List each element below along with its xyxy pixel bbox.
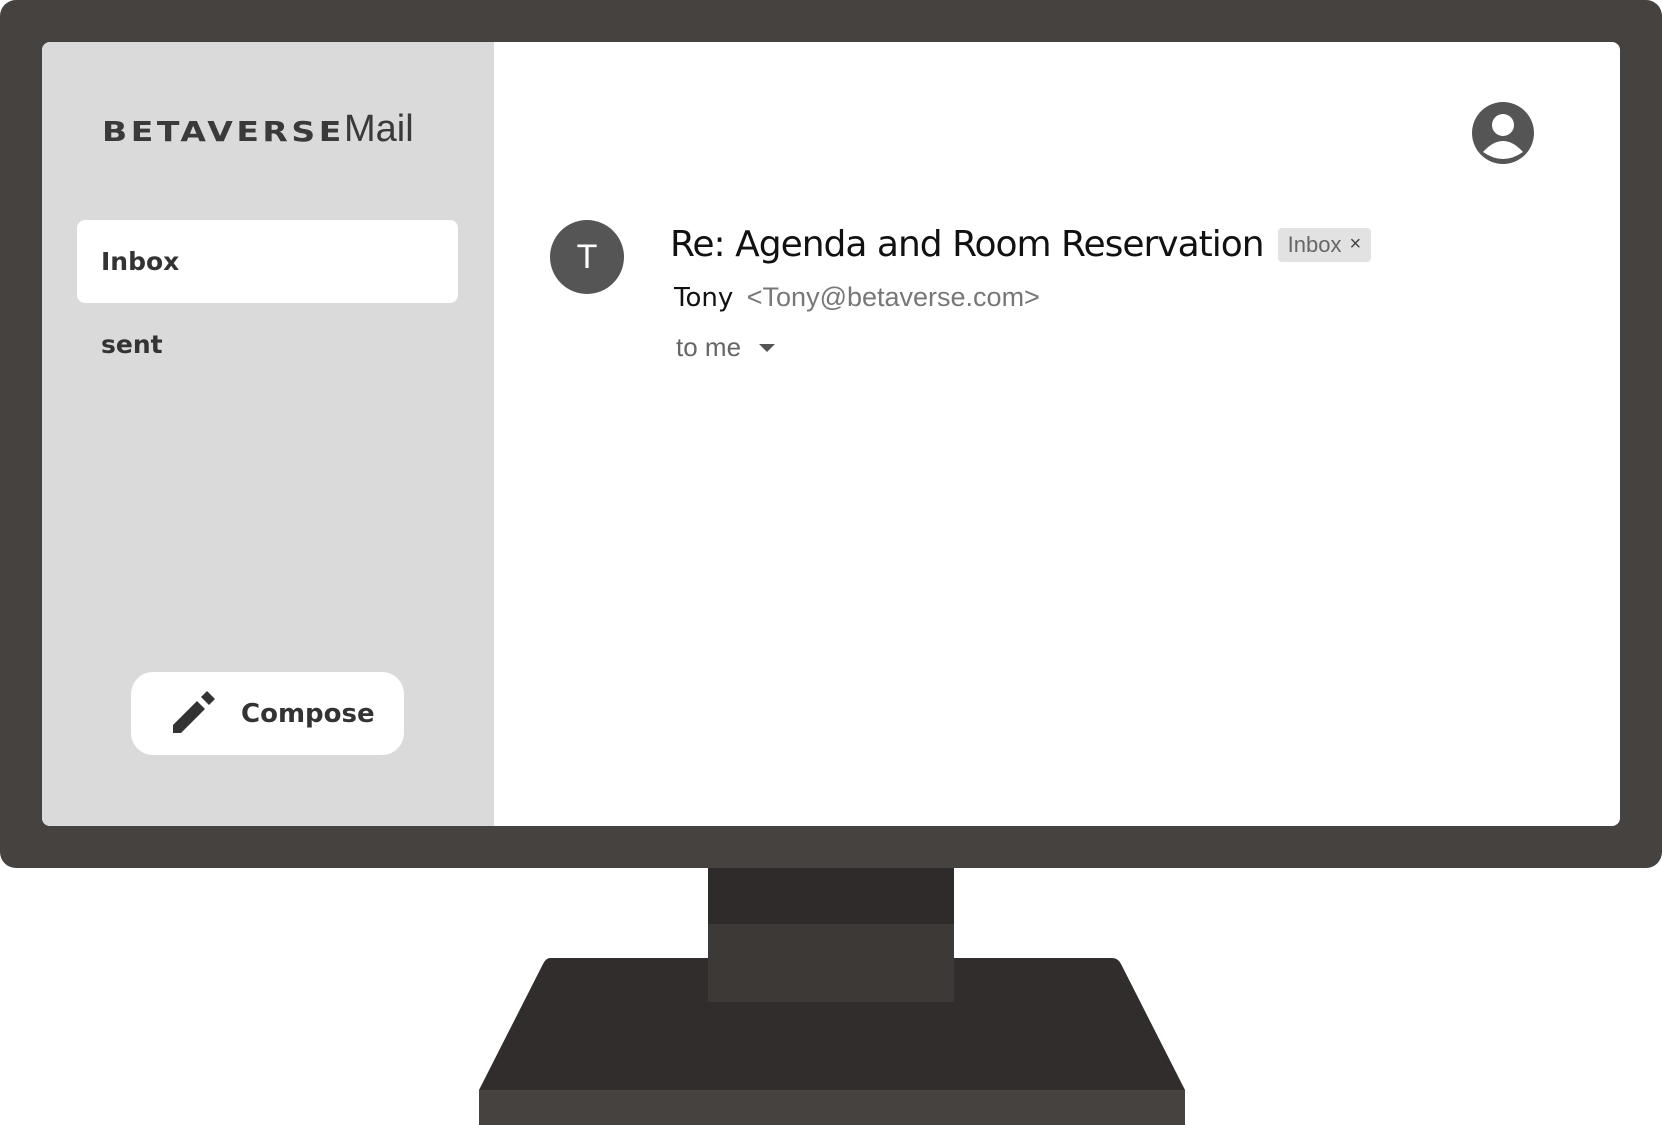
monitor-stand	[479, 958, 1185, 1125]
